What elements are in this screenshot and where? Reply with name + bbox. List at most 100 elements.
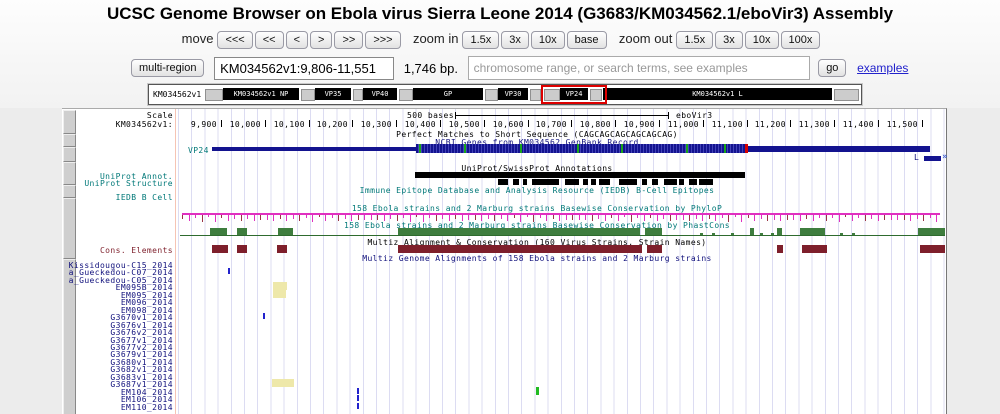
zoom-in-button-10x[interactable]: 10x [531, 31, 565, 49]
uniprot-annotation-bar[interactable] [415, 172, 745, 178]
phastcons-bump [731, 233, 734, 235]
zoom-in-button-3x[interactable]: 3x [501, 31, 529, 49]
phylop-spike [722, 215, 723, 218]
phylop-spike [904, 215, 905, 220]
move-button-[interactable]: < [286, 31, 308, 49]
zoom-out-button-100x[interactable]: 100x [781, 31, 821, 49]
conserved-element-block[interactable] [212, 245, 228, 253]
vp24-cds-green-mark [621, 144, 623, 153]
vp24-cds-green-mark [724, 144, 726, 153]
phylop-spike [527, 215, 528, 217]
phastcons-block [237, 228, 247, 235]
coord-tick-mark [878, 120, 879, 127]
uniprot-structure-segment[interactable] [583, 179, 588, 185]
coord-tick-mark [221, 120, 222, 127]
assembly-name-label: eboVir3 [676, 111, 713, 120]
coord-tick-mark [484, 120, 485, 127]
phylop-spike [325, 215, 326, 221]
zoom-in-button-1.5x[interactable]: 1.5x [462, 31, 499, 49]
uniprot-structure-segment[interactable] [532, 179, 559, 185]
ideogram-intergenic-segment[interactable] [399, 89, 413, 101]
move-button-[interactable]: << [255, 31, 284, 49]
ideogram-intergenic-segment[interactable] [834, 89, 859, 101]
conserved-element-block[interactable] [277, 245, 287, 253]
phylop-spike [800, 215, 801, 221]
tracks-image[interactable]: Scale500 baseseboVir39,90010,00010,10010… [62, 108, 947, 414]
ideogram-gene-VP35[interactable]: VP35 [315, 88, 351, 100]
conserved-element-block[interactable] [802, 245, 827, 253]
uniprot-structure-segment[interactable] [498, 179, 508, 185]
coord-tick-mark [571, 120, 572, 127]
coord-tick-mark [309, 120, 310, 127]
position-input[interactable] [214, 57, 394, 80]
coord-tick-label: 11,400 [838, 120, 874, 129]
ideogram-intergenic-segment[interactable] [205, 89, 223, 101]
uniprot-structure-segment[interactable] [652, 179, 658, 185]
zoom-out-button-3x[interactable]: 3x [715, 31, 743, 49]
conserved-element-block[interactable] [237, 245, 247, 253]
track-control-button-2[interactable] [63, 147, 76, 162]
ideogram-intergenic-segment[interactable] [301, 89, 315, 101]
uniprot-structure-segment[interactable] [689, 179, 697, 185]
go-button[interactable]: go [818, 59, 846, 77]
coord-tick-mark [615, 120, 616, 127]
ideogram-gene-GP[interactable]: GP [413, 88, 483, 100]
coord-tick-mark [659, 120, 660, 127]
uniprot-structure-segment[interactable] [642, 179, 647, 185]
move-button-[interactable]: > [310, 31, 332, 49]
phylop-spike [234, 215, 235, 219]
ideogram-gene-VP40[interactable]: VP40 [363, 88, 397, 100]
phastcons-block [918, 228, 945, 235]
ideogram-intergenic-segment[interactable] [530, 89, 541, 101]
phastcons-baseline[interactable] [180, 235, 945, 236]
scale-bar-tick-left [455, 112, 456, 119]
examples-link[interactable]: examples [857, 61, 908, 75]
phylop-spike [754, 215, 755, 221]
conserved-element-block[interactable] [398, 245, 642, 253]
phylop-spike [845, 215, 846, 217]
ideogram-gene-KM034562v1-L[interactable]: KM034562v1 L [603, 88, 832, 100]
l-gene-bar[interactable] [924, 156, 941, 161]
zoom-out-button-10x[interactable]: 10x [745, 31, 779, 49]
uniprot-structure-segment[interactable] [664, 179, 677, 185]
uniprot-structure-segment[interactable] [591, 179, 596, 185]
phylop-spike [371, 215, 372, 220]
uniprot-structure-segment[interactable] [513, 179, 519, 185]
phylop-spike [436, 215, 437, 221]
uniprot-structure-segment[interactable] [679, 179, 684, 185]
uniprot-structure-segment[interactable] [599, 179, 610, 185]
phylop-spike [735, 215, 736, 217]
uniprot-structure-segment[interactable] [699, 179, 713, 185]
uniprot-structure-segment[interactable] [565, 179, 579, 185]
strain-row-label-em110_2014: EM110_2014 [64, 403, 173, 412]
chromosome-ideogram[interactable]: KM034562v1 KM034562v1 NPVP35VP40GPVP30VP… [148, 84, 862, 105]
track-control-button-1[interactable] [63, 134, 76, 147]
zoom-in-button-base[interactable]: base [567, 31, 607, 49]
move-button-[interactable]: <<< [217, 31, 252, 49]
ideogram-gene-KM034562v1-NP[interactable]: KM034562v1 NP [223, 88, 299, 100]
vp24-cds-green-mark [577, 144, 579, 153]
coord-tick-mark [396, 120, 397, 127]
ideogram-intergenic-segment[interactable] [353, 89, 363, 101]
coord-tick-label: 10,400 [400, 120, 436, 129]
uniprot-structure-segment[interactable] [523, 179, 527, 185]
move-button-[interactable]: >>> [365, 31, 400, 49]
conserved-element-block[interactable] [647, 245, 662, 253]
phylop-spike [423, 215, 424, 222]
ideogram-intergenic-segment[interactable] [485, 89, 498, 101]
phylop-spike [624, 215, 625, 217]
phylop-spike [936, 215, 937, 222]
track-title-7: Multiz Genome Alignments of 158 Ebola st… [142, 254, 932, 263]
conserved-element-block[interactable] [777, 245, 783, 253]
multi-region-button[interactable]: multi-region [131, 59, 204, 77]
conserved-element-block[interactable] [920, 245, 945, 253]
uniprot-structure-segment[interactable] [619, 179, 637, 185]
ideogram-gene-VP30[interactable]: VP30 [498, 88, 528, 100]
phylop-spike [689, 215, 690, 221]
search-input[interactable] [468, 56, 810, 80]
vp24-utr-bar[interactable] [212, 147, 416, 151]
phylop-spike [793, 215, 794, 220]
zoom-out-button-1.5x[interactable]: 1.5x [676, 31, 713, 49]
vp24-tail-bar[interactable] [748, 146, 930, 152]
move-button-[interactable]: >> [334, 31, 363, 49]
